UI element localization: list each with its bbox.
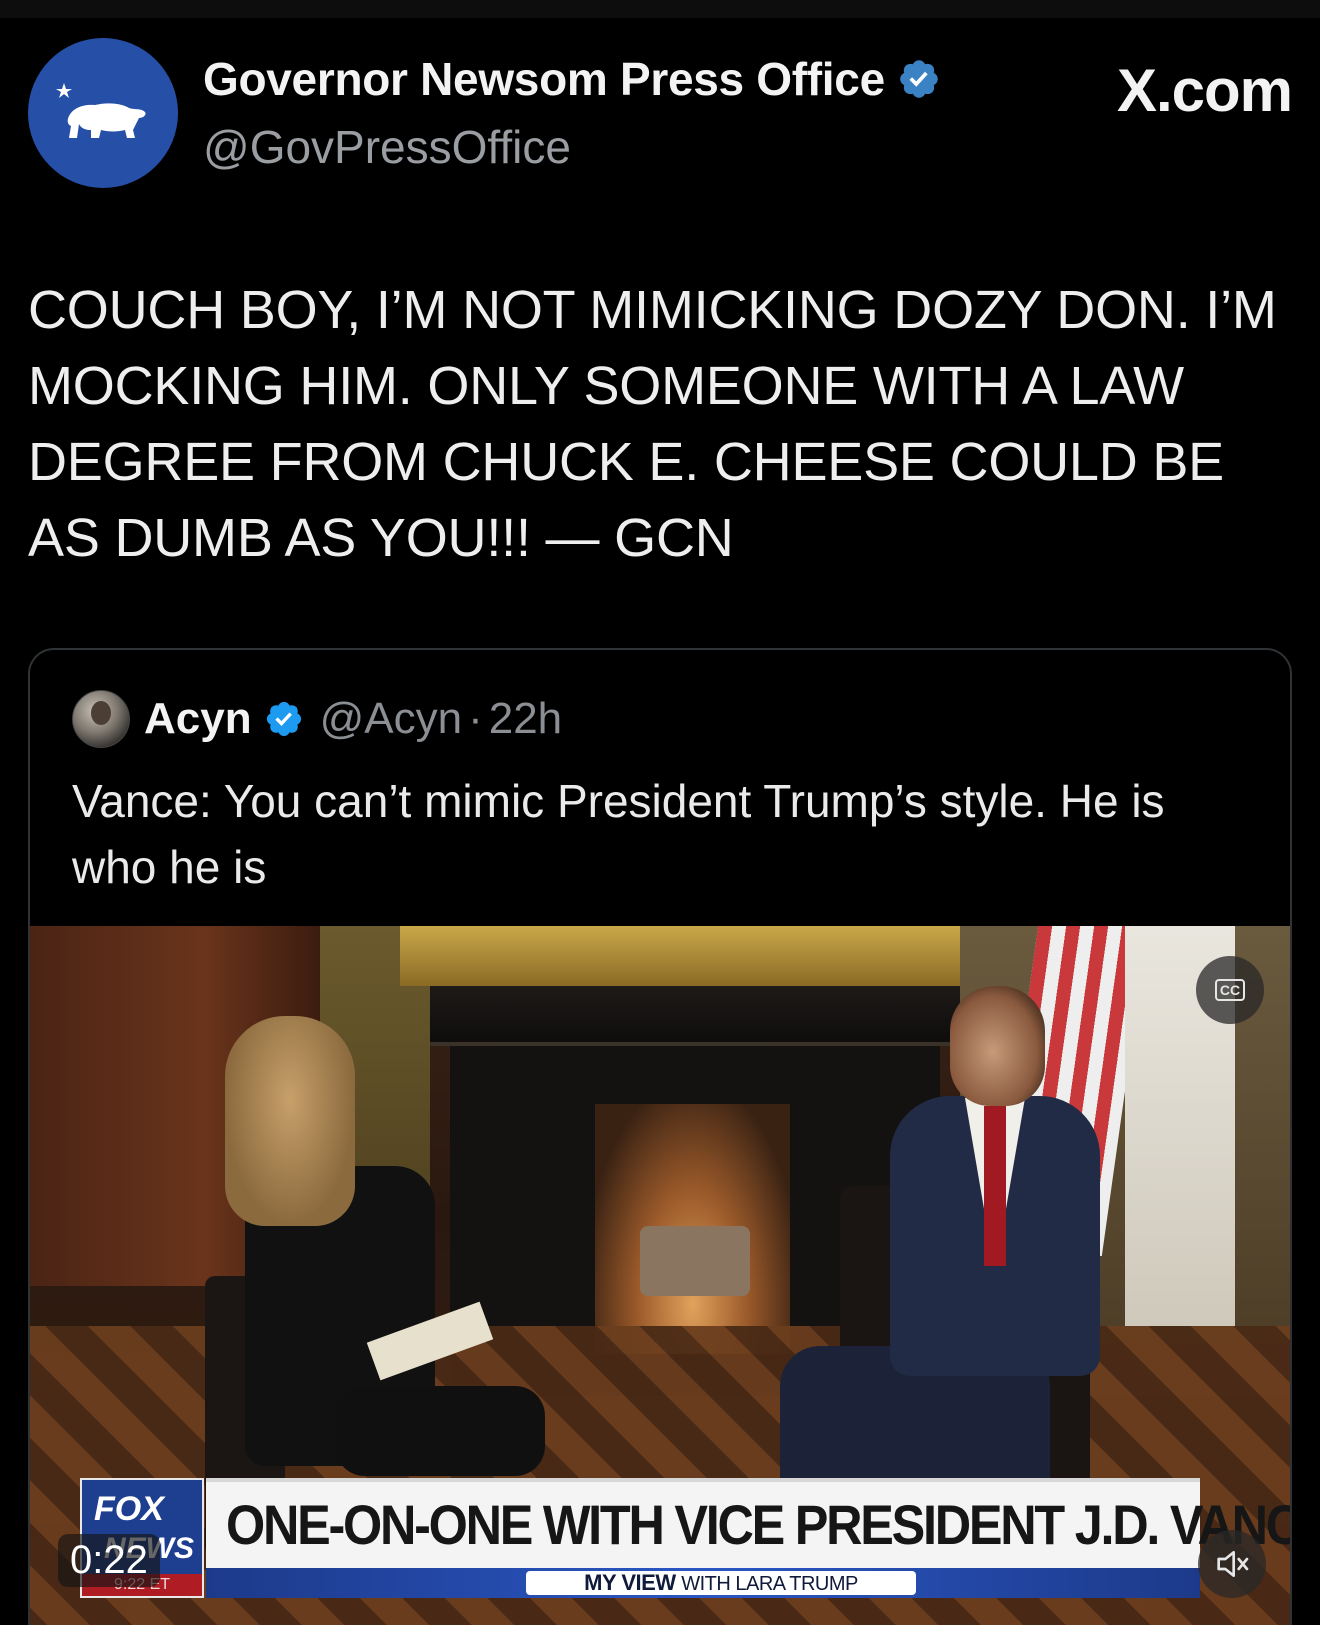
captions-icon: CC	[1214, 979, 1246, 1001]
video-scene-guest	[760, 986, 1120, 1546]
video-scene-mirror	[400, 926, 960, 986]
show-name: MY VIEW	[584, 1570, 676, 1595]
verified-badge-icon	[266, 701, 301, 737]
show-banner: MY VIEW WITH LARA TRUMP	[206, 1568, 1200, 1598]
interviewer-legs	[335, 1386, 545, 1476]
post-body-text: COUCH BOY, I’M NOT MIMICKING DOZY DON. I…	[28, 280, 1277, 568]
show-name-pill: MY VIEW WITH LARA TRUMP	[526, 1571, 916, 1595]
video-time-remaining: 0:22	[58, 1534, 160, 1587]
author-handle[interactable]: @GovPressOffice	[203, 120, 571, 174]
quote-author-avatar[interactable]	[72, 690, 130, 748]
quote-author-name[interactable]: Acyn	[144, 694, 252, 744]
headline-text: ONE-ON-ONE WITH VICE PRESIDENT J.D. VANC…	[226, 1493, 1292, 1556]
video-scene-interviewer	[225, 1016, 545, 1556]
captions-button[interactable]: CC	[1196, 956, 1264, 1024]
quote-timestamp[interactable]: 22h	[489, 694, 562, 744]
video-scene-grate	[640, 1226, 750, 1296]
video-player[interactable]: CC FOX NEWS 9:22 ET ONE-ON-ONE WITH VICE…	[30, 926, 1290, 1625]
news-lower-third: FOX NEWS 9:22 ET ONE-ON-ONE WITH VICE PR…	[80, 1478, 1290, 1598]
guest-tie	[984, 1106, 1006, 1266]
author-name-row: Governor Newsom Press Office	[203, 52, 941, 106]
post-header: Governor Newsom Press Office @GovPressOf…	[28, 38, 1293, 188]
show-host: WITH LARA TRUMP	[681, 1573, 858, 1595]
author-avatar[interactable]	[28, 38, 178, 188]
verified-badge-icon	[900, 60, 938, 98]
guest-head	[950, 986, 1045, 1106]
headline-banner: ONE-ON-ONE WITH VICE PRESIDENT J.D. VANC…	[206, 1478, 1290, 1568]
quoted-post-card[interactable]: Acyn @Acyn · 22h Vance: You can’t mimic …	[28, 648, 1292, 1625]
brand-label: X.com	[1116, 57, 1293, 124]
network-logo-top: FOX	[94, 1490, 164, 1528]
author-display-name[interactable]: Governor Newsom Press Office	[203, 52, 885, 106]
california-bear-icon	[56, 83, 146, 138]
quote-header: Acyn @Acyn · 22h	[72, 690, 562, 748]
meta-separator: ·	[468, 694, 483, 743]
quote-body-text: Vance: You can’t mimic President Trump’s…	[72, 775, 1165, 893]
mute-button[interactable]	[1198, 1530, 1266, 1598]
status-strip	[0, 0, 1320, 18]
quote-author-handle[interactable]: @Acyn	[320, 694, 462, 744]
speaker-muted-icon	[1217, 1551, 1249, 1577]
interviewer-hair	[225, 1016, 355, 1226]
brand-watermark: X.com	[1116, 56, 1293, 125]
